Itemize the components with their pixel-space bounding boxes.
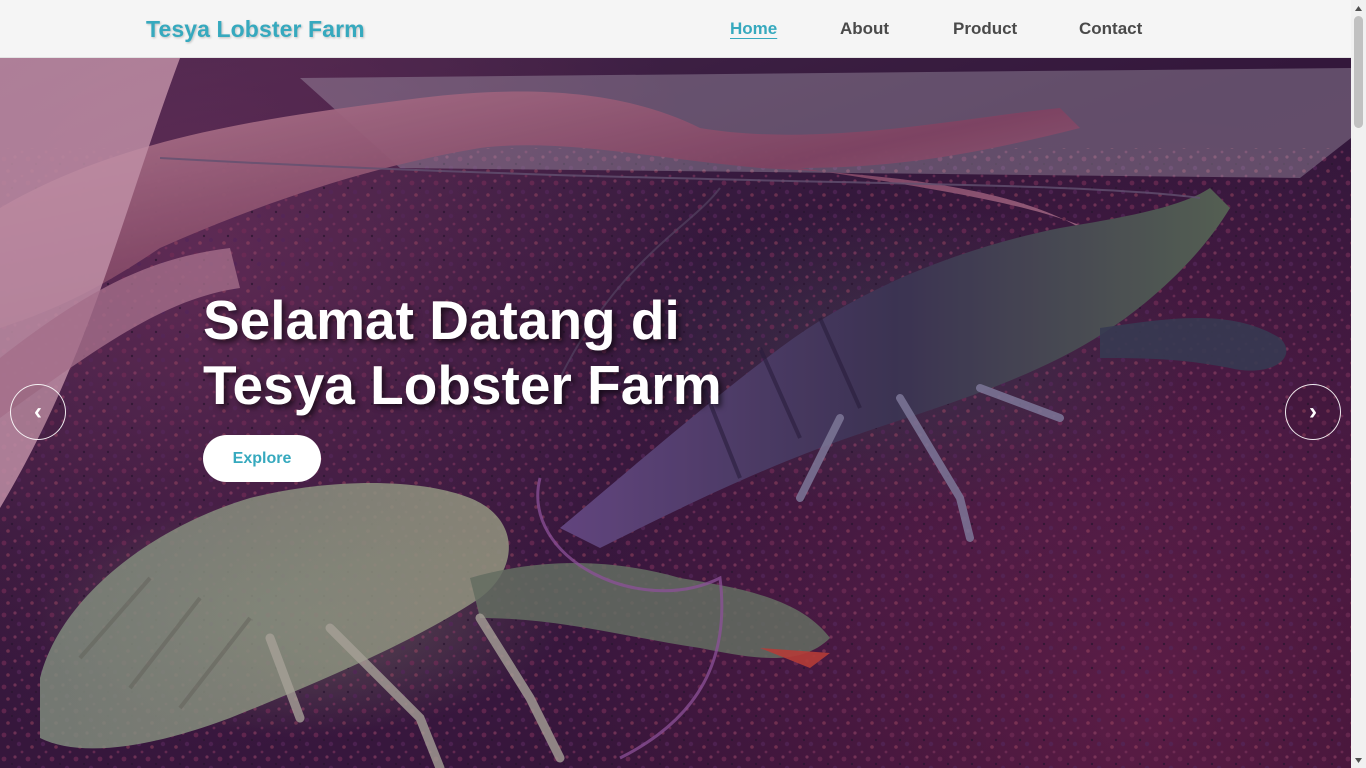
nav-contact-link[interactable]: Contact <box>1079 19 1142 39</box>
scrollbar-thumb[interactable] <box>1354 16 1363 128</box>
scroll-up-arrow-icon[interactable] <box>1351 1 1366 15</box>
hero-title-line-1: Selamat Datang di <box>203 289 680 351</box>
page-scrollbar[interactable] <box>1351 0 1366 768</box>
chevron-left-icon: ‹ <box>34 398 42 425</box>
nav-about-link[interactable]: About <box>840 19 889 39</box>
brand-logo[interactable]: Tesya Lobster Farm <box>146 16 365 43</box>
chevron-right-icon: › <box>1309 398 1317 425</box>
hero-title: Selamat Datang di Tesya Lobster Farm <box>203 288 823 418</box>
scroll-down-arrow-icon[interactable] <box>1351 753 1366 767</box>
navbar: Tesya Lobster Farm Home About Product Co… <box>0 0 1351 58</box>
explore-button[interactable]: Explore <box>203 435 321 482</box>
nav-home-link[interactable]: Home <box>730 19 777 39</box>
nav-product-link[interactable]: Product <box>953 19 1017 39</box>
carousel-next-button[interactable]: › <box>1285 384 1341 440</box>
hero-title-line-2: Tesya Lobster Farm <box>203 354 722 416</box>
hero-carousel: Selamat Datang di Tesya Lobster Farm Exp… <box>0 58 1351 768</box>
carousel-prev-button[interactable]: ‹ <box>10 384 66 440</box>
